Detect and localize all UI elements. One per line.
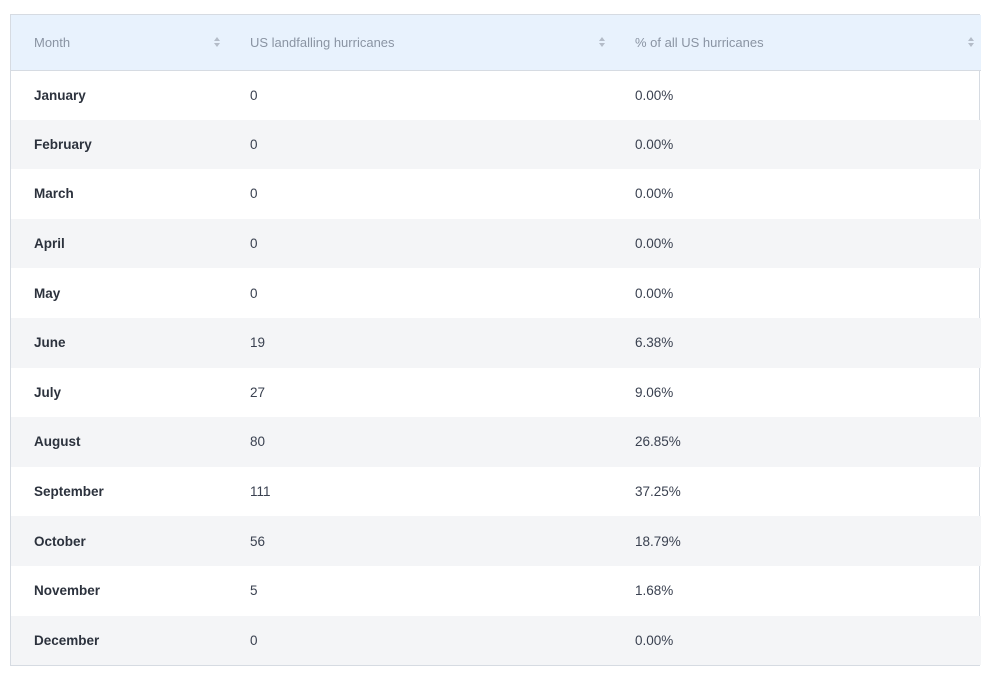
percent-cell: 37.25% (635, 484, 681, 500)
table-row: November 5 1.68% (11, 566, 981, 616)
landfalling-cell: 0 (250, 632, 258, 648)
month-cell: October (34, 533, 86, 549)
table-row: September 111 37.25% (11, 467, 981, 517)
month-cell: January (34, 87, 86, 103)
data-table: Month US landfalling hurricanes % of all… (11, 15, 981, 666)
percent-cell: 6.38% (635, 335, 674, 351)
landfalling-cell: 19 (250, 335, 266, 351)
column-header-label: Month (34, 34, 71, 50)
month-cell: May (34, 285, 61, 301)
percent-cell: 1.68% (635, 583, 674, 599)
month-cell: February (34, 136, 92, 152)
month-cell: November (34, 583, 101, 599)
percent-cell: 0.00% (635, 136, 674, 152)
table-body: January 0 0.00% February 0 0.00% March 0… (11, 70, 981, 666)
landfalling-cell: 0 (250, 285, 258, 301)
landfalling-cell: 0 (250, 136, 258, 152)
table-row: July 27 9.06% (11, 368, 981, 418)
table-row: May 0 0.00% (11, 268, 981, 318)
landfalling-cell: 0 (250, 236, 258, 252)
month-cell: April (34, 236, 65, 252)
table-row: February 0 0.00% (11, 119, 981, 170)
table-row: October 56 18.79% (11, 516, 981, 566)
table-row: April 0 0.00% (11, 218, 981, 269)
month-cell: December (34, 632, 100, 648)
month-cell: March (34, 186, 74, 202)
column-header-percent[interactable]: % of all US hurricanes (612, 15, 981, 71)
column-header-label: US landfalling hurricanes (250, 34, 395, 50)
percent-cell: 18.79% (635, 533, 681, 549)
column-header-label: % of all US hurricanes (635, 34, 764, 50)
month-cell: June (34, 335, 66, 351)
percent-cell: 0.00% (635, 87, 674, 103)
table-header: Month US landfalling hurricanes % of all… (11, 15, 981, 71)
month-cell: August (34, 434, 81, 450)
percent-cell: 0.00% (635, 285, 674, 301)
landfalling-cell: 56 (250, 533, 266, 549)
sort-icon[interactable] (598, 36, 606, 48)
landfalling-cell: 27 (250, 384, 266, 400)
header-row: Month US landfalling hurricanes % of all… (11, 15, 981, 71)
column-header-landfalling[interactable]: US landfalling hurricanes (227, 15, 612, 71)
percent-cell: 9.06% (635, 384, 674, 400)
table-row: August 80 26.85% (11, 417, 981, 467)
column-header-month[interactable]: Month (11, 15, 227, 71)
table-row: March 0 0.00% (11, 169, 981, 219)
sort-icon[interactable] (213, 36, 221, 48)
percent-cell: 0.00% (635, 632, 674, 648)
percent-cell: 0.00% (635, 236, 674, 252)
month-cell: July (34, 384, 62, 400)
landfalling-cell: 0 (250, 87, 258, 103)
table-row: January 0 0.00% (11, 70, 981, 120)
landfalling-cell: 0 (250, 186, 258, 202)
month-cell: September (34, 484, 104, 500)
percent-cell: 26.85% (635, 434, 681, 450)
landfalling-cell: 5 (250, 583, 258, 599)
percent-cell: 0.00% (635, 186, 674, 202)
landfalling-cell: 80 (250, 434, 266, 450)
landfalling-cell: 111 (250, 484, 271, 500)
sort-icon[interactable] (967, 36, 975, 48)
table-row: June 19 6.38% (11, 317, 981, 368)
table-row: December 0 0.00% (11, 615, 981, 666)
hurricanes-table: Month US landfalling hurricanes % of all… (10, 14, 981, 667)
